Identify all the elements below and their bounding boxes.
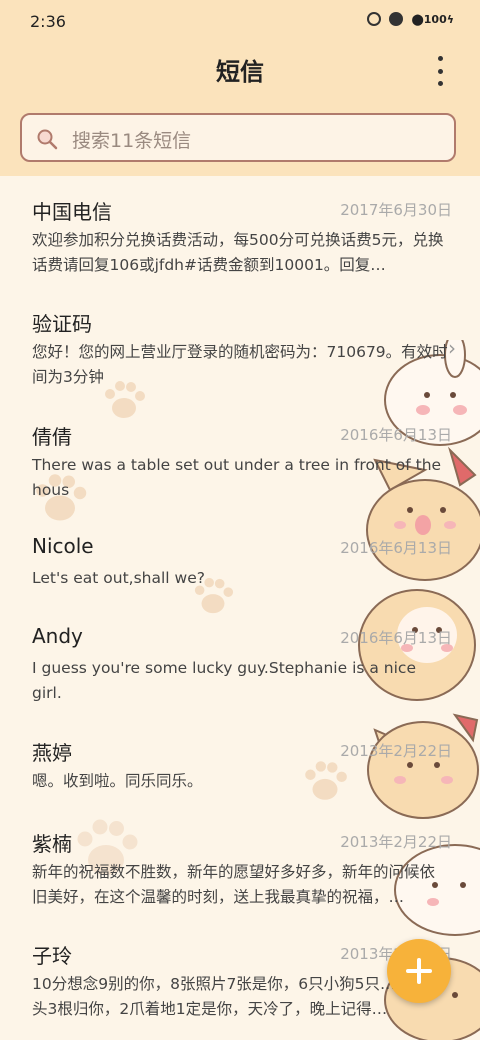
message-preview: 您好！您的网上营业厅登录的随机密码为：710679。有效时间为3分钟 [32,343,448,386]
contact-name: 紫楠 [32,832,72,856]
message-preview: 欢迎参加积分兑换话费活动，每500分可兑换话费5元，兑换话费请回复106或jfd… [32,231,444,274]
more-vert-icon-dot [437,56,443,61]
battery-indicator: ⬤100ϟ [411,13,454,26]
status-time: 2:36 [30,12,66,31]
message-preview: 嗯。收到啦。同乐同乐。 [32,772,203,790]
more-options-button[interactable] [428,56,452,86]
message-date: 2016年6月13日 [340,629,452,647]
charging-icon: ϟ [446,12,454,26]
message-date: 2013年2月22日 [340,742,452,760]
message-preview: There was a table set out under a tree i… [32,456,442,499]
contact-name: 中国电信 [32,200,112,224]
message-preview: Let's eat out,shall we? [32,569,205,587]
message-date: 2016年6月13日 [340,539,452,557]
app-header: 2:36 ⬤100ϟ 短信 搜索11条短信 [0,0,480,176]
message-preview: I guess you're some lucky guy.Stephanie … [32,659,416,702]
status-icons: ⬤100ϟ [367,12,454,26]
search-input[interactable]: 搜索11条短信 [20,113,456,162]
page-title: 短信 [216,58,264,86]
new-message-button[interactable] [387,939,451,1003]
more-vert-icon-dot [437,68,443,74]
location-icon [367,12,382,26]
contact-name: Andy [32,624,83,648]
contact-name: 子玲 [32,944,72,968]
chevron-right-icon: › [448,336,456,360]
more-vert-icon-dot [437,81,443,86]
battery-icon: ⬤ [411,12,424,26]
contact-name: Nicole [32,534,94,558]
search-icon [37,129,58,150]
dnd-icon [389,12,404,26]
message-preview: 新年的祝福数不胜数，新年的愿望好多好多，新年的问候依旧美好，在这个温馨的时刻，送… [32,863,436,906]
message-date: 2013年2月22日 [340,833,452,851]
contact-name: 燕婷 [32,741,72,765]
contact-name: 倩倩 [32,425,72,449]
message-date: 2016年6月13日 [340,426,452,444]
message-date: 2017年6月30日 [340,201,452,219]
contact-name: 验证码 [32,312,92,336]
battery-level: 100 [423,12,447,26]
search-placeholder: 搜索11条短信 [72,130,192,152]
